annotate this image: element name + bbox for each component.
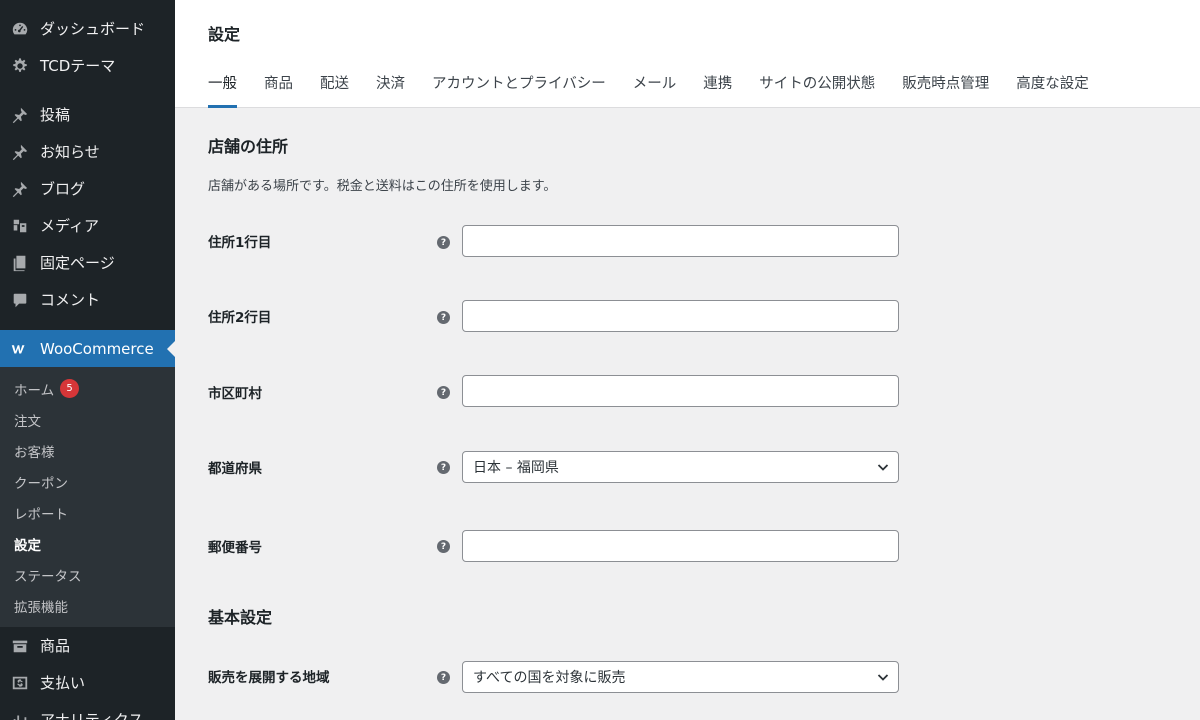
- tab-general[interactable]: 一般: [208, 72, 237, 108]
- tab-products[interactable]: 商品: [264, 72, 293, 108]
- pin-icon: [10, 179, 30, 199]
- postcode-input[interactable]: [462, 530, 899, 562]
- state-select[interactable]: 日本 – 福岡県: [462, 451, 899, 483]
- analytics-icon: [10, 710, 30, 720]
- archive-icon: [10, 636, 30, 656]
- selling-location-selected-value: すべての国を対象に販売: [473, 670, 626, 686]
- sidebar-item-label: WooCommerce: [40, 339, 154, 358]
- selling-location-select[interactable]: すべての国を対象に販売: [462, 661, 899, 693]
- postcode-label: 郵便番号: [208, 540, 262, 556]
- sidebar-item-label: アナリティクス: [40, 711, 144, 720]
- sidebar-item-media[interactable]: メディア: [0, 207, 175, 244]
- submenu-item-orders[interactable]: 注文: [0, 404, 175, 435]
- sidebar-item-label: ブログ: [40, 180, 86, 198]
- store-address-title: 店舗の住所: [208, 137, 289, 156]
- submenu-item-extensions[interactable]: 拡張機能: [0, 590, 175, 621]
- selling-location-label: 販売を展開する地域: [208, 670, 330, 686]
- pin-icon: [10, 142, 30, 162]
- general-options-title: 基本設定: [208, 608, 273, 627]
- settings-header: 設定 一般 商品 配送 決済 アカウントとプライバシー メール 連携 サイトの公…: [175, 0, 1200, 108]
- sidebar-item-blog[interactable]: ブログ: [0, 170, 175, 207]
- city-label: 市区町村: [208, 386, 262, 402]
- tab-site-visibility[interactable]: サイトの公開状態: [759, 72, 875, 108]
- sidebar-item-tcd-theme[interactable]: TCDテーマ: [0, 47, 175, 84]
- help-icon[interactable]: ?: [437, 461, 450, 474]
- address1-label: 住所1行目: [208, 235, 272, 251]
- chevron-down-icon: [877, 674, 889, 681]
- tab-emails[interactable]: メール: [633, 72, 677, 108]
- help-icon[interactable]: ?: [437, 236, 450, 249]
- state-selected-value: 日本 – 福岡県: [473, 460, 559, 476]
- sidebar-item-label: TCDテーマ: [40, 57, 116, 75]
- settings-form: 店舗の住所 店舗がある場所です。税金と送料はこの住所を使用します。 住所1行目 …: [175, 109, 1200, 720]
- tab-advanced[interactable]: 高度な設定: [1016, 72, 1089, 108]
- sidebar-item-comments[interactable]: コメント: [0, 281, 175, 318]
- sidebar-item-dashboard[interactable]: ダッシュボード: [0, 10, 175, 47]
- submenu-item-customers[interactable]: お客様: [0, 435, 175, 466]
- sidebar-item-label: 投稿: [40, 106, 71, 124]
- submenu-item-settings[interactable]: 設定: [0, 528, 175, 559]
- store-address-description: 店舗がある場所です。税金と送料はこの住所を使用します。: [208, 179, 557, 194]
- sidebar-item-posts[interactable]: 投稿: [0, 96, 175, 133]
- submenu-item-coupons[interactable]: クーポン: [0, 466, 175, 497]
- submenu-item-home[interactable]: ホーム 5: [0, 373, 175, 404]
- chevron-down-icon: [877, 464, 889, 471]
- notification-badge: 5: [60, 379, 80, 398]
- woocommerce-icon: [10, 339, 30, 359]
- sidebar-item-label: 固定ページ: [40, 254, 115, 272]
- sidebar-item-label: メディア: [40, 217, 99, 235]
- address2-label: 住所2行目: [208, 310, 272, 326]
- admin-sidebar: ダッシュボード TCDテーマ 投稿 お知らせ ブログ メディア 固定ページ コメ…: [0, 0, 175, 720]
- tab-shipping[interactable]: 配送: [320, 72, 349, 108]
- city-input[interactable]: [462, 375, 899, 407]
- page-title: 設定: [208, 25, 241, 44]
- sidebar-item-label: 商品: [40, 637, 71, 655]
- help-icon[interactable]: ?: [437, 311, 450, 324]
- submenu-item-status[interactable]: ステータス: [0, 559, 175, 590]
- media-icon: [10, 216, 30, 236]
- sidebar-item-news[interactable]: お知らせ: [0, 133, 175, 170]
- dashboard-icon: [10, 19, 30, 39]
- sidebar-item-label: お知らせ: [40, 143, 100, 161]
- pin-icon: [10, 105, 30, 125]
- sidebar-item-products[interactable]: 商品: [0, 627, 175, 664]
- comment-icon: [10, 290, 30, 310]
- page-icon: [10, 253, 30, 273]
- help-icon[interactable]: ?: [437, 386, 450, 399]
- sidebar-item-woocommerce[interactable]: WooCommerce: [0, 330, 175, 367]
- tab-accounts-privacy[interactable]: アカウントとプライバシー: [432, 72, 606, 108]
- sidebar-item-label: コメント: [40, 291, 101, 309]
- settings-tabs: 一般 商品 配送 決済 アカウントとプライバシー メール 連携 サイトの公開状態…: [208, 72, 1116, 108]
- dollar-icon: [10, 673, 30, 693]
- sidebar-item-payments[interactable]: 支払い: [0, 664, 175, 701]
- address2-input[interactable]: [462, 300, 899, 332]
- help-icon[interactable]: ?: [437, 671, 450, 684]
- address1-input[interactable]: [462, 225, 899, 257]
- sidebar-item-label: 支払い: [40, 674, 86, 692]
- tab-payments[interactable]: 決済: [376, 72, 405, 108]
- state-label: 都道府県: [208, 461, 262, 477]
- help-icon[interactable]: ?: [437, 540, 450, 553]
- gear-icon: [10, 56, 30, 76]
- woocommerce-submenu: ホーム 5 注文 お客様 クーポン レポート 設定 ステータス 拡張機能: [0, 367, 175, 627]
- sidebar-item-analytics[interactable]: アナリティクス: [0, 701, 175, 720]
- sidebar-item-pages[interactable]: 固定ページ: [0, 244, 175, 281]
- tab-point-of-sale[interactable]: 販売時点管理: [902, 72, 989, 108]
- submenu-item-reports[interactable]: レポート: [0, 497, 175, 528]
- tab-integration[interactable]: 連携: [703, 72, 732, 108]
- sidebar-item-label: ダッシュボード: [40, 20, 146, 38]
